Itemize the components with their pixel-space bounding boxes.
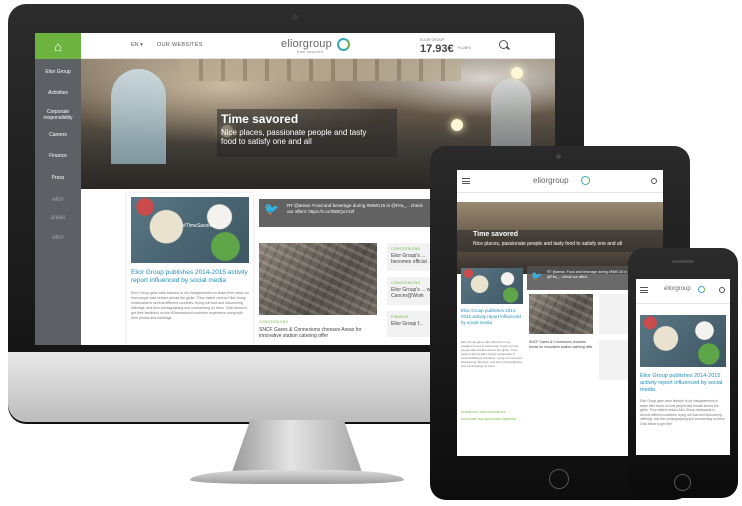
image-hashtag: #TimeSavored — [183, 223, 216, 229]
news-tag: CONCESSIONS — [391, 247, 421, 251]
logo-mark-icon — [581, 176, 590, 185]
stock-label: ELIOR GROUP — [420, 38, 445, 42]
card-title[interactable]: Elior Group publishes 2014-2015 activity… — [640, 373, 726, 394]
camera — [292, 14, 298, 20]
logo-mark-icon — [337, 38, 350, 51]
sidebar-item-activities[interactable]: Activities — [35, 90, 81, 96]
home-button[interactable]: ⌂ — [35, 33, 81, 59]
sidebar-item-finance[interactable]: Finance — [35, 153, 81, 159]
news-title[interactable]: SNCF Gares & Connexions chooses Areas fo… — [259, 327, 377, 339]
card-body: Elior Group gave carte blanche to six In… — [131, 291, 249, 320]
hero-window — [111, 69, 166, 164]
stock-change: +0.28% — [457, 45, 471, 50]
desktop-header: ⌂ EN ▾ OUR WEBSITES eliorgroup time savo… — [35, 33, 555, 59]
hero-ceiling — [181, 59, 461, 81]
food-image — [461, 268, 523, 304]
camera — [556, 154, 561, 159]
news-title[interactable]: SNCF Gares & Connexions chooses Areas fo… — [529, 340, 593, 349]
hero-lamp — [451, 119, 463, 131]
card-title[interactable]: Elior Group publishes 2014-2015 activity… — [131, 269, 249, 285]
website-link[interactable]: DISCOVER THE DEDICATED WEBSITE — [461, 417, 525, 421]
search-icon[interactable] — [651, 178, 657, 184]
brand-logo-elior[interactable]: elior — [41, 197, 75, 203]
elior-logo[interactable]: eliorgroup — [533, 176, 569, 185]
home-icon: ⌂ — [54, 38, 62, 54]
divider — [636, 303, 730, 304]
twitter-icon[interactable]: 🐦 — [264, 202, 279, 216]
city-aerial-image[interactable] — [529, 294, 593, 334]
stock-price: 17.93€ — [420, 43, 454, 55]
hero-lamp — [511, 67, 523, 79]
monitor-stand — [232, 420, 362, 472]
card-body: Elior Group gave carte blanche to six In… — [640, 399, 726, 426]
hero-subtitle: Nice places, passionate people and tasty… — [473, 241, 622, 247]
hero-window — [491, 79, 531, 149]
sidebar-item-corporate-responsibility[interactable]: Corporate responsibility — [35, 109, 81, 121]
language-selector[interactable]: EN ▾ — [131, 42, 143, 48]
phone-speaker — [672, 260, 694, 263]
menu-icon[interactable] — [462, 178, 470, 184]
sidebar-item-elior-group[interactable]: Elior Group — [35, 69, 81, 75]
monitor-base — [190, 470, 404, 484]
sidebar-nav: Elior Group Activities Corporate respons… — [35, 59, 81, 345]
divider — [457, 192, 663, 193]
news-tag: CONCESSIONS — [391, 281, 421, 285]
brand-logo-elior-2[interactable]: elior — [41, 235, 75, 241]
card-body: Elior Group gave carte blanche to six In… — [461, 340, 522, 368]
elior-logo[interactable]: eliorgroup — [664, 286, 691, 292]
tweet-text[interactable]: RT @areas: Food and beverage during #MWC… — [547, 270, 633, 279]
search-icon[interactable] — [719, 287, 725, 293]
our-websites-link[interactable]: OUR WEBSITES — [157, 42, 203, 48]
logo-tagline: time savored — [297, 50, 324, 54]
city-aerial-image[interactable] — [259, 243, 377, 315]
food-image — [640, 315, 726, 367]
sidebar-item-press[interactable]: Press — [35, 175, 81, 181]
menu-icon[interactable] — [640, 287, 648, 293]
sidebar-item-careers[interactable]: Careers — [35, 132, 81, 138]
card-title[interactable]: Elior Group publishes 2014-2015 activity… — [461, 308, 525, 326]
news-tag: CONCESSIONS — [259, 320, 289, 324]
news-card[interactable]: #TimeSavored Elior Group publishes 2014-… — [127, 193, 253, 345]
hero-title: Time savored — [473, 231, 519, 238]
phone-home-button[interactable] — [674, 474, 691, 491]
download-link[interactable]: DOWNLOAD THE DOCUMENTS — [461, 410, 506, 414]
tweet-text[interactable]: RT @areas: Food and beverage during #MWC… — [287, 203, 427, 215]
elior-logo[interactable]: eliorgroup — [281, 38, 332, 50]
hero-subtitle: Nice places, passionate people and tasty… — [221, 128, 367, 146]
search-icon[interactable] — [499, 40, 508, 49]
tablet-home-button[interactable] — [549, 469, 569, 489]
logo-mark-icon — [698, 286, 705, 293]
brand-logo-areas[interactable]: areas — [41, 215, 75, 221]
news-tag: FINANCE — [391, 315, 409, 319]
twitter-icon[interactable]: 🐦 — [531, 271, 542, 282]
phone-screen: eliorgroup Elior Group publishes 2014-20… — [636, 279, 730, 455]
food-image — [131, 197, 249, 263]
hero-title: Time savored — [221, 112, 299, 126]
